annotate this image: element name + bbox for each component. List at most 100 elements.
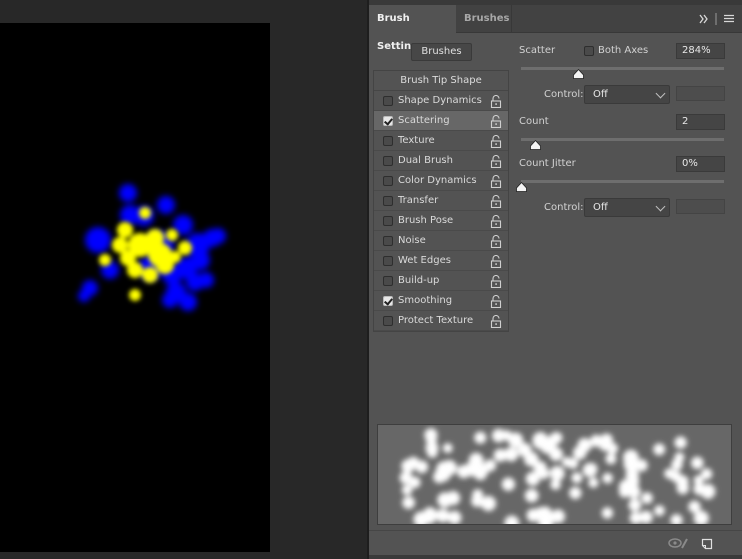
blue-dab	[78, 290, 90, 302]
brush-tip-shape-item[interactable]: Brush Tip Shape	[374, 71, 508, 91]
new-brush-preset-icon[interactable]	[701, 536, 713, 553]
enable-checkbox[interactable]	[383, 136, 393, 146]
yellow-dab	[139, 207, 151, 219]
preview-dabs	[399, 428, 716, 524]
tab-brush-settings[interactable]: Brush Settings	[369, 5, 456, 52]
scatter-control-extra-field	[676, 86, 725, 101]
count-jitter-slider-thumb[interactable]	[515, 182, 527, 192]
preview-dab	[572, 446, 587, 460]
count-jitter-control-value: Off	[593, 202, 608, 213]
count-slider-thumb[interactable]	[529, 140, 541, 150]
unlocked-padlock-icon[interactable]	[490, 215, 502, 228]
enable-checkbox[interactable]	[383, 196, 393, 206]
count-jitter-control-select[interactable]: Off	[584, 198, 670, 217]
brush-option-wet-edges[interactable]: Wet Edges	[374, 251, 508, 271]
unlocked-padlock-icon[interactable]	[490, 95, 502, 108]
brush-option-texture[interactable]: Texture	[374, 131, 508, 151]
yellow-dab	[142, 267, 158, 283]
scatter-slider-track[interactable]	[521, 67, 724, 70]
enable-checkbox[interactable]	[383, 116, 393, 126]
count-value-field[interactable]: 2	[676, 114, 725, 130]
count-slider-track[interactable]	[521, 138, 724, 141]
both-axes-checkbox[interactable]	[584, 46, 594, 56]
enable-checkbox[interactable]	[383, 216, 393, 226]
count-label: Count	[519, 116, 549, 127]
brush-option-noise[interactable]: Noise	[374, 231, 508, 251]
brush-option-label: Scattering	[398, 115, 450, 126]
panel-footer	[369, 530, 742, 555]
unlocked-padlock-icon[interactable]	[490, 195, 502, 208]
enable-checkbox[interactable]	[383, 316, 393, 326]
preview-dab	[401, 459, 415, 473]
preview-dab	[517, 442, 532, 457]
brush-option-brush-pose[interactable]: Brush Pose	[374, 211, 508, 231]
unlocked-padlock-icon[interactable]	[490, 175, 502, 188]
enable-checkbox[interactable]	[383, 276, 393, 286]
brush-option-label: Smoothing	[398, 295, 453, 306]
hamburger-menu-icon[interactable]	[723, 5, 735, 33]
yellow-dab	[99, 254, 111, 266]
preview-dab	[670, 514, 683, 524]
brush-option-label: Protect Texture	[398, 315, 474, 326]
preview-dab	[590, 434, 603, 448]
double-chevron-right-icon[interactable]	[699, 5, 709, 33]
tab-brushes[interactable]: Brushes	[456, 5, 512, 33]
count-jitter-label: Count Jitter	[519, 158, 576, 169]
enable-checkbox[interactable]	[383, 176, 393, 186]
unlocked-padlock-icon[interactable]	[490, 235, 502, 248]
preview-dab	[474, 431, 487, 444]
preview-dab	[480, 495, 497, 512]
brush-option-scattering[interactable]: Scattering	[374, 111, 508, 131]
brush-option-label: Color Dynamics	[398, 175, 477, 186]
unlocked-padlock-icon[interactable]	[490, 295, 502, 308]
preview-dab	[586, 463, 598, 474]
enable-checkbox[interactable]	[383, 296, 393, 306]
eye-brush-icon[interactable]	[668, 536, 690, 553]
scatter-value-field[interactable]: 284%	[676, 43, 725, 59]
blue-dab	[119, 184, 137, 202]
unlocked-padlock-icon[interactable]	[490, 115, 502, 128]
unlocked-padlock-icon[interactable]	[490, 155, 502, 168]
scatter-control-select[interactable]: Off	[584, 85, 670, 104]
enable-checkbox[interactable]	[383, 256, 393, 266]
count-jitter-value-field[interactable]: 0%	[676, 156, 725, 172]
control-label-1: Control:	[544, 89, 584, 100]
brush-stroke-preview	[377, 424, 732, 525]
preview-dab	[493, 448, 507, 462]
brush-option-label: Texture	[398, 135, 435, 146]
preview-dab	[641, 492, 653, 504]
preview-dab	[437, 492, 453, 508]
brush-option-label: Wet Edges	[398, 255, 451, 266]
unlocked-padlock-icon[interactable]	[490, 255, 502, 268]
brush-option-build-up[interactable]: Build-up	[374, 271, 508, 291]
preview-dab	[571, 472, 583, 484]
both-axes-label: Both Axes	[598, 45, 649, 56]
brush-option-shape-dynamics[interactable]: Shape Dynamics	[374, 91, 508, 111]
scatter-slider-thumb[interactable]	[573, 69, 585, 79]
enable-checkbox[interactable]	[383, 156, 393, 166]
brush-option-protect-texture[interactable]: Protect Texture	[374, 311, 508, 331]
brush-option-smoothing[interactable]: Smoothing	[374, 291, 508, 311]
preview-dab	[447, 510, 462, 524]
preview-dab	[504, 515, 520, 524]
preview-dab	[399, 471, 413, 485]
brush-option-transfer[interactable]: Transfer	[374, 191, 508, 211]
unlocked-padlock-icon[interactable]	[490, 135, 502, 148]
brush-option-label: Shape Dynamics	[398, 95, 482, 106]
count-jitter-slider-track[interactable]	[521, 180, 724, 183]
enable-checkbox[interactable]	[383, 236, 393, 246]
unlocked-padlock-icon[interactable]	[490, 275, 502, 288]
brush-option-dual-brush[interactable]: Dual Brush	[374, 151, 508, 171]
brush-option-label: Build-up	[398, 275, 440, 286]
brush-option-color-dynamics[interactable]: Color Dynamics	[374, 171, 508, 191]
enable-checkbox[interactable]	[383, 96, 393, 106]
document-canvas[interactable]	[0, 23, 270, 552]
preview-dab	[628, 498, 642, 512]
preview-dab	[501, 430, 512, 441]
photoshop-window: Brush Settings Brushes Brushes Brush Tip…	[0, 0, 742, 559]
blue-dab	[157, 196, 175, 214]
preview-dab	[424, 512, 436, 524]
unlocked-padlock-icon[interactable]	[490, 315, 502, 328]
brushes-button[interactable]: Brushes	[411, 43, 472, 61]
chevron-down-icon	[655, 88, 666, 99]
